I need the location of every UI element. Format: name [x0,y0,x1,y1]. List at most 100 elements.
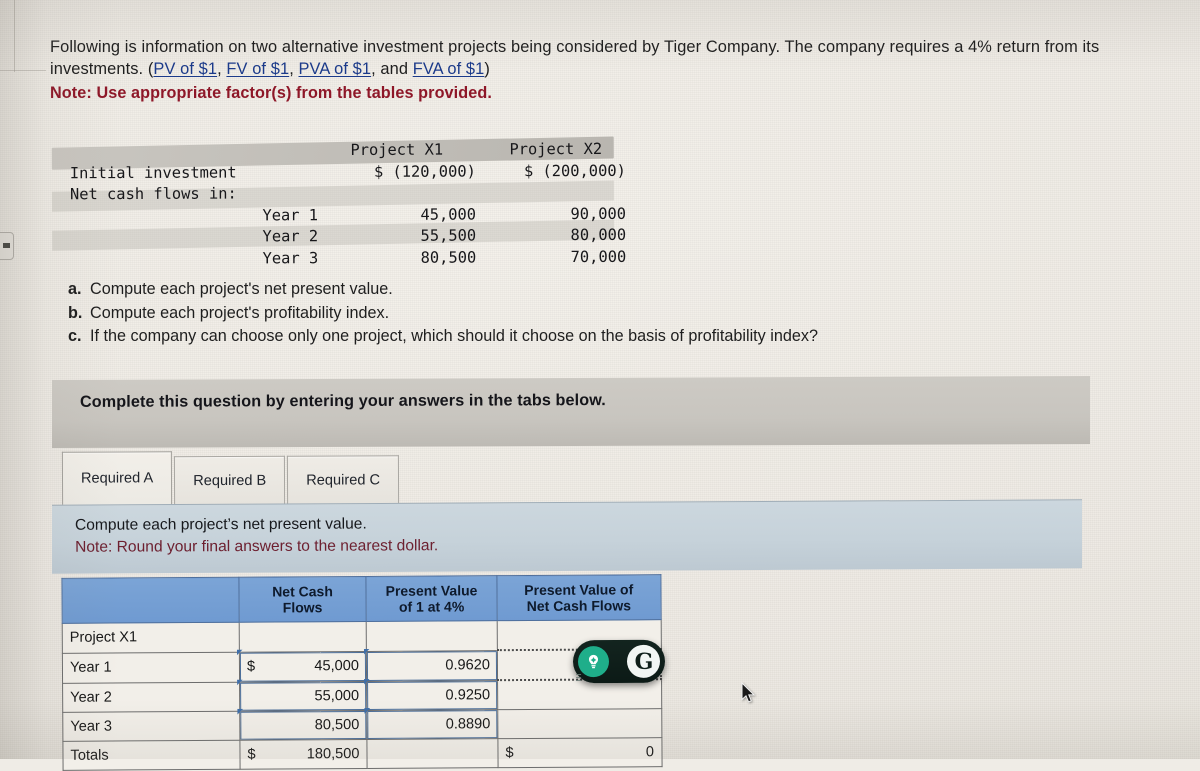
cell-ncf-year-2[interactable]: 55,000 [239,680,367,712]
row-label: Year 1 [262,205,319,224]
problem-header-x1: Project X1 [350,140,444,160]
intro-sep-2: , [289,60,299,78]
grid-header-pv-l1: Present Value [385,582,478,599]
lightbulb-icon[interactable] [577,646,610,678]
instruction-line-1: Compute each project’s net present value… [74,515,367,534]
cell-ncf-year-3[interactable]: 80,500 [239,710,367,741]
problem-row-net-cash-flows: Net cash flows in: [52,182,630,206]
intro-sep-3: , and [371,60,413,78]
requirements-list: a. Compute each project's net present va… [68,278,818,349]
requirement-marker: c. [68,327,82,345]
requirement-c: c. If the company can choose only one pr… [68,325,818,349]
row-label: Net cash flows in: [69,184,237,204]
problem-header-x2: Project X2 [509,139,603,159]
problem-data-table: Project X1 Project X2 Initial investment… [51,136,653,271]
row-label-project-x1: Project X1 [62,622,240,653]
intro-line-1: Following is information on two alternat… [50,38,992,56]
grid-header-net-cash-flows: Net Cash Flows [238,576,367,623]
grid-header-pv-l2: of 1 at 4% [398,598,465,615]
cell-value: 45,000 [314,658,360,675]
grid-header-ncf-l2: Flows [282,599,323,616]
row-value-x1: 55,500 [420,226,477,245]
grid-header-blank-l1 [70,600,232,601]
row-value-x2: 70,000 [570,247,627,266]
scan-artifact-line [14,0,15,72]
requirement-a: a. Compute each project's net present va… [68,278,818,302]
row-value-x1 [318,182,486,204]
problem-header-blank [52,140,318,163]
grid-header-present-value-of-1: Present Value of 1 at 4% [365,575,498,622]
tab-label: Required C [306,471,381,489]
row-value-x2 [486,182,630,204]
grammarly-logo-icon[interactable]: G [626,644,661,678]
page-content: Following is information on two alternat… [0,0,1200,771]
link-pv-of-1[interactable]: PV of $1 [153,60,217,78]
scan-artifact-line-2 [0,70,46,71]
currency-symbol: $ [246,658,256,675]
row-value-x1: $ (120,000) [373,161,476,181]
row-value-x2: 80,000 [570,225,627,245]
cell-pv-year-1[interactable]: 0.9620 [366,650,498,681]
row-value-x2: 90,000 [570,204,627,223]
tab-required-b[interactable]: Required B [174,455,286,505]
cell-pv-totals [366,738,499,769]
problem-table-header-row: Project X1 Project X2 [52,139,630,163]
complete-question-bar [52,376,1090,448]
grammarly-widget[interactable]: G [572,639,666,684]
instruction-note: Note: Round your final answers to the ne… [75,537,439,556]
cell-pv-project-x1[interactable] [366,620,498,651]
problem-row-year-1: Year 1 45,000 90,000 [52,203,630,227]
tab-label: Required A [80,470,154,487]
cell-ncf-totals: $ 180,500 [239,739,368,770]
problem-row-initial-investment: Initial investment $ (120,000) $ (200,00… [52,160,630,184]
grid-header-blank [61,577,240,624]
tab-label: Required B [193,472,267,489]
requirement-marker: a. [68,280,82,298]
row-label-year-3: Year 3 [62,711,240,742]
requirement-b: b. Compute each project's profitability … [68,302,818,326]
table-row: Totals $ 180,500 $ 0 [62,737,662,771]
intro-sep-4: ) [484,60,490,78]
cell-value: 180,500 [306,746,360,763]
requirement-text: Compute each project's profitability ind… [90,303,390,322]
table-row: Year 3 80,500 0.8890 [62,708,662,742]
requirement-tabs: Required A Required B Required C [61,450,401,505]
row-label-year-2: Year 2 [62,681,240,713]
drag-handle[interactable] [576,672,582,682]
tab-required-c[interactable]: Required C [287,455,400,504]
table-row: Year 1 $ 45,000 0.9620 [62,649,662,683]
row-value-x1: 45,000 [420,204,477,224]
requirement-marker: b. [68,303,83,322]
currency-symbol: $ [247,746,256,763]
problem-row-year-2: Year 2 55,500 80,000 [52,225,630,249]
grid-header-pvncf-l1: Present Value of [524,581,634,599]
grid-header-blank-l2 [70,600,232,601]
link-fva-of-1[interactable]: FVA of $1 [413,60,485,78]
row-label: Year 3 [262,248,319,267]
problem-row-year-3: Year 3 80,500 70,000 [52,246,630,270]
complete-question-text: Complete this question by entering your … [79,391,606,411]
row-label: Initial investment [69,163,237,182]
row-label: Year 2 [262,227,319,246]
row-label-totals: Totals [62,740,241,771]
link-pva-of-1[interactable]: PVA of $1 [299,60,372,78]
cell-pv-year-3[interactable]: 0.8890 [366,709,498,740]
cell-pvncf-year-3[interactable] [497,708,662,739]
row-value-x1: 80,500 [420,247,477,267]
cell-pv-year-2[interactable]: 0.9250 [366,680,498,711]
table-row: Project X1 [62,619,661,653]
npv-answer-grid: Net Cash Flows Present Value of 1 at 4% … [61,574,663,771]
intro-note: Note: Use appropriate factor(s) from the… [50,84,492,102]
scan-artifact-tab [0,232,14,260]
grid-header-row: Net Cash Flows Present Value of 1 at 4% … [61,574,661,624]
cell-pvncf-year-2[interactable] [497,679,662,710]
cell-ncf-project-x1[interactable] [239,621,367,652]
grid-header-ncf-l1: Net Cash [272,583,333,600]
grid-header-pvncf-l2: Net Cash Flows [526,597,632,614]
tab-required-a[interactable]: Required A [61,451,173,505]
requirement-text: Compute each project's net present value… [90,280,393,298]
link-fv-of-1[interactable]: FV of $1 [226,60,289,78]
row-label-year-1: Year 1 [62,651,240,683]
cell-ncf-year-1[interactable]: $ 45,000 [239,650,367,682]
row-value-x2: $ (200,000) [523,161,626,180]
